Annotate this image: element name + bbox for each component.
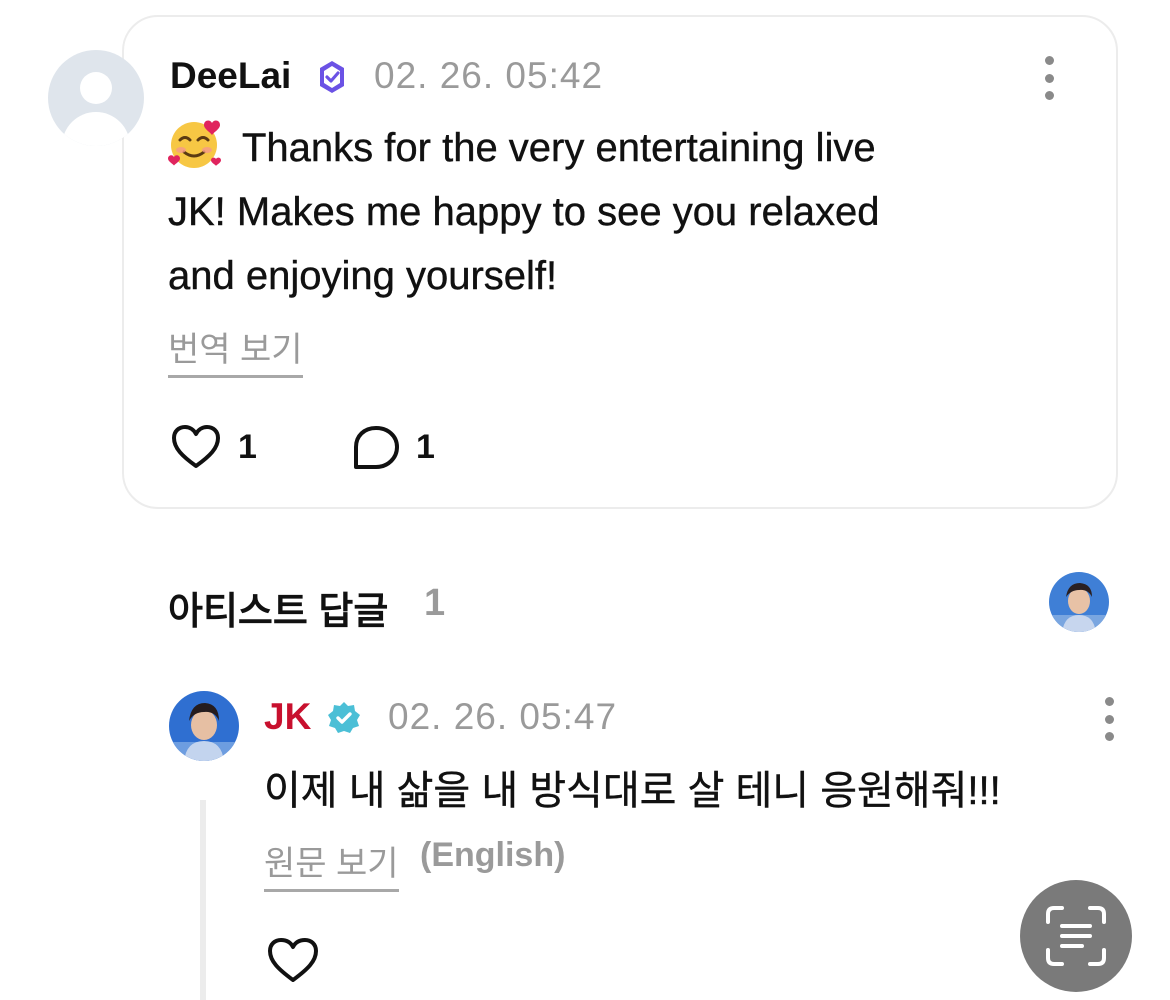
smiling-face-with-hearts-icon [168, 117, 224, 168]
artist-replies-title: 아티스트 답글 [168, 591, 389, 633]
translate-link[interactable]: 번역 보기 [168, 322, 303, 378]
comment-timestamp: 02. 26. 05:42 [374, 55, 604, 96]
original-text-link[interactable]: 원문 보기 [264, 836, 399, 892]
original-language: (English) [420, 836, 566, 874]
reply-text: 이제 내 삶을 내 방식대로 살 테니 응원해줘!!! [264, 769, 1001, 813]
scan-text-icon [1046, 906, 1106, 966]
comment-icon[interactable] [350, 424, 402, 472]
user-avatar[interactable] [48, 50, 144, 146]
more-vert-icon[interactable] [1043, 56, 1055, 100]
reply-timestamp: 02. 26. 05:47 [388, 696, 618, 737]
artist-avatar[interactable] [168, 690, 240, 762]
heart-icon[interactable] [170, 424, 222, 470]
comment-author-name[interactable]: DeeLai [170, 55, 291, 97]
comment-text: Thanks for the very entertaining live JK… [168, 116, 1068, 308]
like-count: 1 [238, 428, 257, 466]
verified-badge-icon [320, 61, 344, 93]
scan-text-button[interactable] [1020, 880, 1132, 992]
reply-count: 1 [416, 428, 435, 466]
artist-avatar-small[interactable] [1048, 571, 1110, 633]
reply-author-name[interactable]: JK [264, 696, 311, 738]
artist-replies-count: 1 [424, 582, 446, 624]
verified-badge-icon [328, 702, 360, 733]
heart-icon[interactable] [266, 936, 320, 984]
more-vert-icon[interactable] [1103, 697, 1115, 741]
reply-thread-line [200, 800, 206, 1000]
